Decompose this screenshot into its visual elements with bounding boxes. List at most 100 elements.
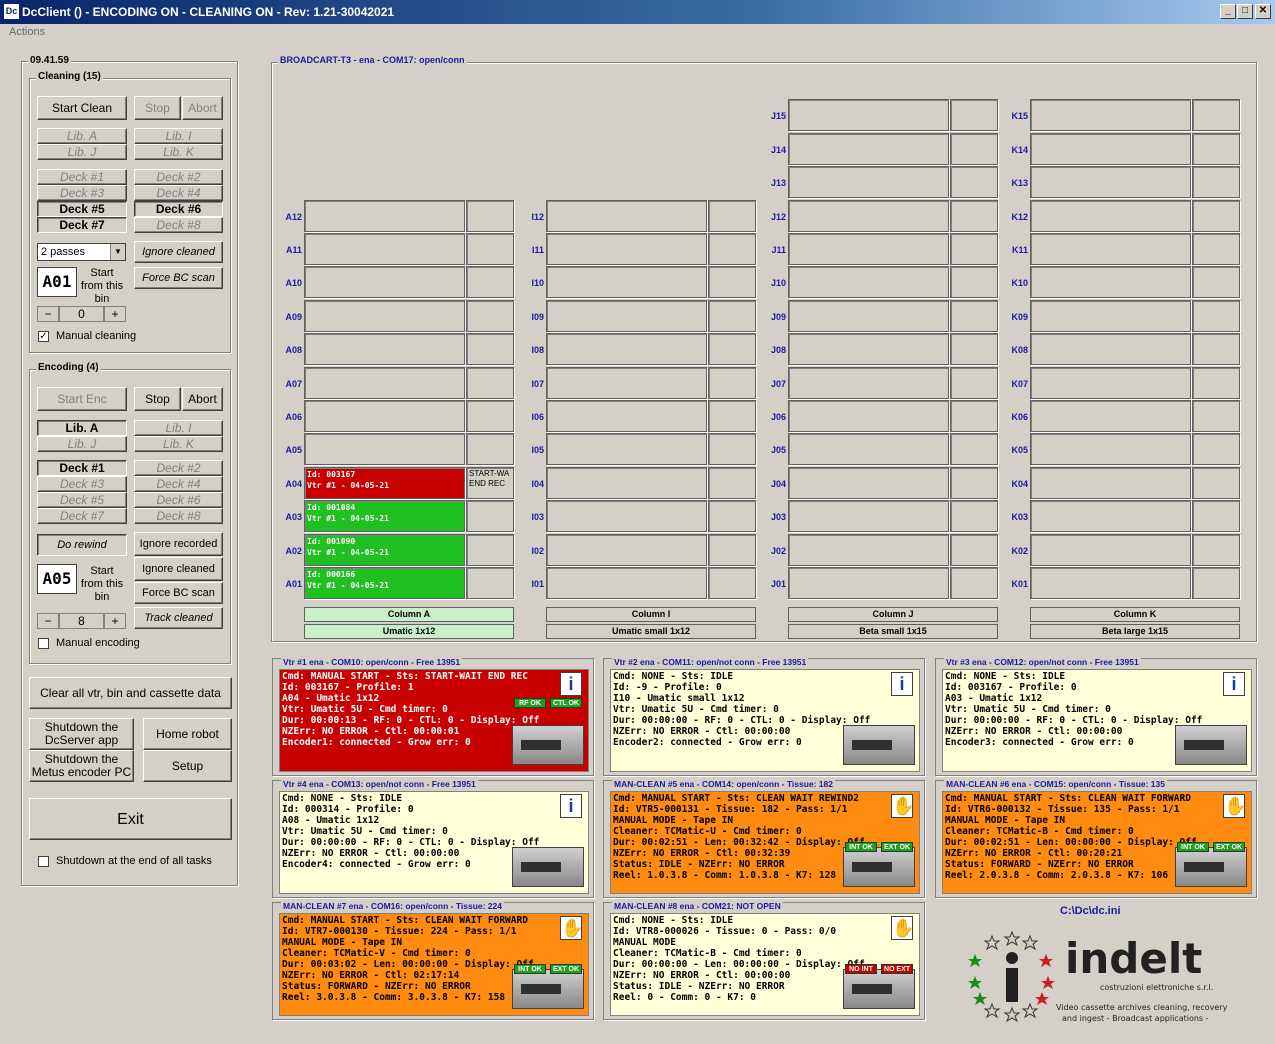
bin-slot-J04[interactable] — [788, 467, 949, 499]
menu-actions[interactable]: Actions — [9, 26, 45, 38]
shutdown-metus-button[interactable]: Shutdown the Metus encoder PC — [29, 750, 134, 782]
bin-slot-I10[interactable] — [546, 266, 707, 298]
bin-slot-A12[interactable] — [304, 200, 465, 232]
clean-deck-7[interactable]: Deck #7 — [37, 217, 127, 233]
enc-ignore-cleaned-button[interactable]: Ignore cleaned — [134, 557, 223, 581]
exit-button[interactable]: Exit — [29, 798, 232, 840]
enc-deck-6[interactable]: Deck #6 — [134, 492, 223, 508]
bin-slot-K15[interactable] — [1030, 99, 1191, 131]
ignore-recorded-button[interactable]: Ignore recorded — [134, 532, 223, 556]
bin-slot-A11[interactable] — [304, 233, 465, 265]
bin-slot-I08[interactable] — [546, 333, 707, 365]
bin-slot-K03[interactable] — [1030, 500, 1191, 532]
enc-deck-7[interactable]: Deck #7 — [37, 508, 127, 524]
enc-lib-a[interactable]: Lib. A — [37, 420, 127, 436]
bin-slot-J07[interactable] — [788, 367, 949, 399]
bin-slot-K14[interactable] — [1030, 133, 1191, 165]
bin-slot-J09[interactable] — [788, 300, 949, 332]
bin-slot-J12[interactable] — [788, 200, 949, 232]
enc-spin-minus-button[interactable]: − — [37, 613, 59, 629]
clean-deck-6[interactable]: Deck #6 — [134, 201, 223, 217]
enc-lib-i[interactable]: Lib. I — [134, 420, 223, 436]
bin-slot-K04[interactable] — [1030, 467, 1191, 499]
bin-slot-A09[interactable] — [304, 300, 465, 332]
bin-slot-K07[interactable] — [1030, 367, 1191, 399]
bin-slot-A05[interactable] — [304, 433, 465, 465]
bin-slot-K02[interactable] — [1030, 534, 1191, 566]
ignore-cleaned-button[interactable]: Ignore cleaned — [134, 241, 223, 263]
bin-slot-A08[interactable] — [304, 333, 465, 365]
bin-slot-K13[interactable] — [1030, 166, 1191, 198]
do-rewind-button[interactable]: Do rewind — [37, 534, 127, 556]
hand-icon[interactable]: ✋ — [891, 794, 914, 818]
bin-slot-I02[interactable] — [546, 534, 707, 566]
clean-lib-a[interactable]: Lib. A — [37, 128, 127, 144]
bin-slot-J05[interactable] — [788, 433, 949, 465]
clean-deck-4[interactable]: Deck #4 — [134, 185, 223, 201]
setup-button[interactable]: Setup — [143, 750, 232, 782]
bin-slot-J14[interactable] — [788, 133, 949, 165]
bin-slot-J02[interactable] — [788, 534, 949, 566]
clean-lib-i[interactable]: Lib. I — [134, 128, 223, 144]
spin-plus-button[interactable]: + — [104, 306, 126, 322]
bin-slot-I05[interactable] — [546, 433, 707, 465]
bin-slot-I11[interactable] — [546, 233, 707, 265]
manual-cleaning-checkbox[interactable]: ✓ — [38, 331, 49, 342]
hand-icon[interactable]: ✋ — [891, 916, 914, 940]
clean-deck-5[interactable]: Deck #5 — [37, 201, 127, 217]
passes-select[interactable]: 2 passes ▼ — [37, 243, 126, 261]
bin-slot-A02[interactable]: Id: 001090 Vtr #1 - 04-05-21 — [304, 534, 465, 566]
clean-start-bin[interactable]: A01 — [37, 267, 77, 297]
hand-icon[interactable]: ✋ — [1223, 794, 1246, 818]
chevron-down-icon[interactable]: ▼ — [110, 244, 125, 260]
enc-lib-j[interactable]: Lib. J — [37, 436, 127, 452]
bin-slot-A01[interactable]: Id: 000166 Vtr #1 - 04-05-21 — [304, 567, 465, 599]
enc-start-bin[interactable]: A05 — [37, 564, 77, 594]
bin-slot-J06[interactable] — [788, 400, 949, 432]
stop-enc-button[interactable]: Stop — [134, 387, 181, 411]
enc-force-bc-button[interactable]: Force BC scan — [134, 582, 223, 604]
bin-slot-I07[interactable] — [546, 367, 707, 399]
start-enc-button[interactable]: Start Enc — [37, 387, 127, 411]
enc-deck-4[interactable]: Deck #4 — [134, 476, 223, 492]
bin-slot-K05[interactable] — [1030, 433, 1191, 465]
home-robot-button[interactable]: Home robot — [143, 718, 232, 750]
enc-deck-2[interactable]: Deck #2 — [134, 460, 223, 476]
manual-encoding-checkbox[interactable] — [38, 638, 49, 649]
bin-slot-A06[interactable] — [304, 400, 465, 432]
clear-all-button[interactable]: Clear all vtr, bin and cassette data — [29, 677, 232, 709]
bin-slot-K06[interactable] — [1030, 400, 1191, 432]
bin-slot-A03[interactable]: Id: 001084 Vtr #1 - 04-05-21 — [304, 500, 465, 532]
bin-slot-J13[interactable] — [788, 166, 949, 198]
bin-slot-K10[interactable] — [1030, 266, 1191, 298]
info-icon[interactable]: i — [560, 672, 582, 696]
enc-spin-plus-button[interactable]: + — [104, 613, 126, 629]
bin-slot-A04[interactable]: Id: 003167 Vtr #1 - 04-05-21 — [304, 467, 465, 499]
info-icon[interactable]: i — [1223, 672, 1245, 696]
hand-icon[interactable]: ✋ — [560, 916, 583, 940]
bin-slot-I09[interactable] — [546, 300, 707, 332]
clean-lib-j[interactable]: Lib. J — [37, 144, 127, 160]
info-icon[interactable]: i — [891, 672, 913, 696]
clean-lib-k[interactable]: Lib. K — [134, 144, 223, 160]
bin-slot-I04[interactable] — [546, 467, 707, 499]
clean-deck-3[interactable]: Deck #3 — [37, 185, 127, 201]
bin-slot-K12[interactable] — [1030, 200, 1191, 232]
shutdown-end-checkbox[interactable] — [38, 856, 49, 867]
bin-slot-I12[interactable] — [546, 200, 707, 232]
close-button[interactable]: ✕ — [1255, 4, 1271, 19]
shutdown-dcserver-button[interactable]: Shutdown the DcServer app — [29, 718, 134, 750]
bin-slot-A07[interactable] — [304, 367, 465, 399]
start-clean-button[interactable]: Start Clean — [37, 96, 127, 120]
bin-slot-J01[interactable] — [788, 567, 949, 599]
enc-spinner[interactable]: − 8 + — [37, 613, 126, 629]
clean-deck-8[interactable]: Deck #8 — [134, 217, 223, 233]
bin-slot-J11[interactable] — [788, 233, 949, 265]
bin-slot-I06[interactable] — [546, 400, 707, 432]
clean-deck-2[interactable]: Deck #2 — [134, 169, 223, 185]
bin-slot-J10[interactable] — [788, 266, 949, 298]
enc-deck-1[interactable]: Deck #1 — [37, 460, 127, 476]
enc-deck-8[interactable]: Deck #8 — [134, 508, 223, 524]
force-bc-scan-button[interactable]: Force BC scan — [134, 267, 223, 289]
bin-slot-J08[interactable] — [788, 333, 949, 365]
